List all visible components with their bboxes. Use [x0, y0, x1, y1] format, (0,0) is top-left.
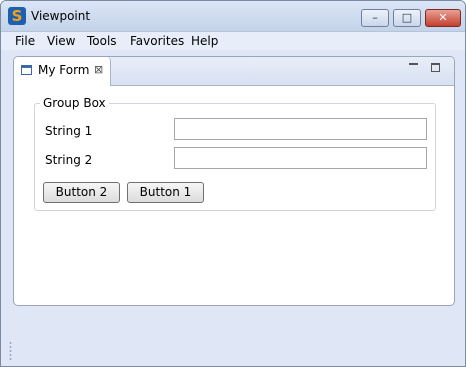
- menu-tools[interactable]: Tools: [87, 34, 117, 48]
- string-2-label: String 2: [45, 153, 93, 167]
- tab-my-form[interactable]: My Form ⊠: [14, 57, 111, 86]
- menu-view[interactable]: View: [47, 34, 75, 48]
- menu-file[interactable]: File: [15, 34, 35, 48]
- maximize-icon: □: [401, 11, 413, 24]
- window-title: Viewpoint: [31, 9, 91, 23]
- string-2-input[interactable]: [174, 147, 427, 169]
- close-icon: ✕: [438, 11, 448, 24]
- pane-minimize-icon[interactable]: [409, 63, 418, 67]
- title-bar[interactable]: S Viewpoint – □ ✕: [1, 1, 465, 32]
- tab-label: My Form: [38, 63, 90, 77]
- string-1-label: String 1: [45, 124, 93, 138]
- button-1[interactable]: Button 1: [127, 182, 204, 203]
- tab-close-icon[interactable]: ⊠: [94, 63, 103, 76]
- form-window-icon: [21, 65, 32, 75]
- close-button[interactable]: ✕: [425, 9, 461, 27]
- app-window: S Viewpoint – □ ✕ File View Tools Favori…: [0, 0, 466, 367]
- menu-favorites[interactable]: Favorites: [130, 34, 184, 48]
- pane-maximize-icon[interactable]: [431, 63, 440, 72]
- minimize-button[interactable]: –: [361, 9, 389, 27]
- resize-grip-icon[interactable]: [9, 341, 12, 361]
- menu-bar: File View Tools Favorites Help: [1, 32, 465, 50]
- string-1-input[interactable]: [174, 118, 427, 140]
- minimize-icon: –: [372, 11, 378, 24]
- group-box: Group Box String 1 String 2 Button 2 But…: [34, 96, 436, 211]
- maximize-button[interactable]: □: [393, 9, 421, 27]
- button-2[interactable]: Button 2: [43, 182, 120, 203]
- tab-strip: My Form ⊠: [14, 57, 454, 86]
- app-logo-icon: S: [8, 7, 26, 25]
- form-panel: My Form ⊠ Group Box String 1 String 2 Bu…: [13, 56, 455, 306]
- group-box-label: Group Box: [40, 96, 109, 110]
- menu-help[interactable]: Help: [191, 34, 218, 48]
